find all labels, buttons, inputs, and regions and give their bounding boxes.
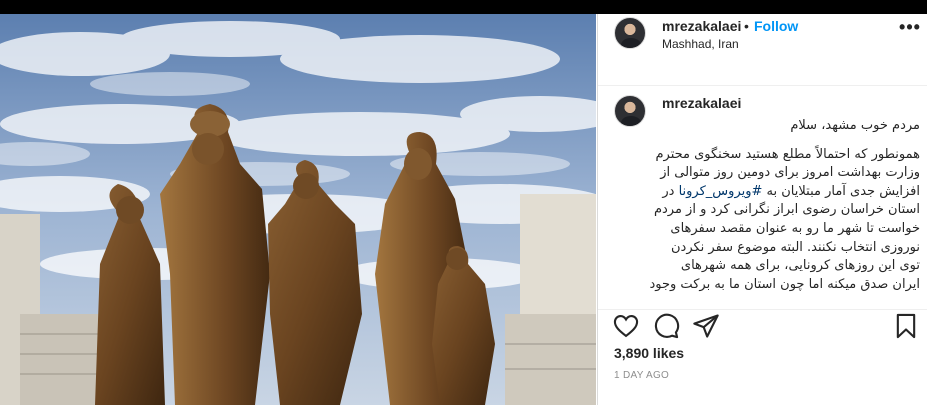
caption-line [638, 136, 920, 146]
action-bar [598, 309, 927, 343]
caption-greeting: مردم خوب مشهد، سلام [790, 118, 920, 133]
author-username[interactable]: mrezakalaei [662, 18, 741, 34]
caption-text: مردم خوب مشهد، سلام همونطور که احتمالاً … [638, 117, 920, 294]
separator-dot: • [744, 18, 749, 34]
caption-line-5: خواست تا شهر ما رو به عنوان مقصد سفرهای [670, 220, 920, 236]
post-location[interactable]: Mashhad, Iran [662, 37, 739, 51]
hashtag-link[interactable]: #ویروس_کرونا [679, 184, 763, 199]
post-caption: mrezakalaei مردم خوب مشهد، سلام همونطور … [598, 87, 927, 307]
caption-line-8: ایران صدق میکنه اما چون استان ما به برکت… [649, 276, 920, 292]
caption-line-2: وزارت بهداشت امروز برای دومین روز متوالی… [660, 165, 920, 181]
caption-username[interactable]: mrezakalaei [662, 95, 741, 111]
post-timestamp[interactable]: 1 DAY AGO [614, 370, 669, 381]
likes-count[interactable]: 3,890 likes [614, 345, 684, 361]
bookmark-icon[interactable] [892, 312, 920, 340]
caption-line-3-start: افزایش جدی آمار مبتلایان به [762, 183, 920, 199]
share-icon[interactable] [692, 312, 720, 340]
bronze-statues-image [0, 14, 596, 405]
caption-line-3-end: در [662, 183, 679, 199]
post-photo[interactable] [0, 14, 596, 405]
comment-icon[interactable] [652, 312, 680, 340]
post-side-panel: mrezakalaei • Follow Mashhad, Iran ••• m… [597, 14, 927, 405]
more-horizontal-icon[interactable]: ••• [898, 18, 922, 38]
caption-line-7: توی این روزهای کرونایی، برای همه شهرهای [680, 258, 920, 274]
top-black-bar [0, 0, 927, 14]
heart-icon[interactable] [612, 312, 640, 340]
caption-line-6: نوروزی انتخاب نکنند. البته موضوع سفر نکر… [670, 239, 920, 255]
caption-line-1: همونطور که احتمالاً مطلع هستید سخنگوی مح… [655, 146, 920, 162]
post-header: mrezakalaei • Follow Mashhad, Iran ••• [598, 14, 927, 86]
caption-line-4: استان خراسان رضوی ابراز نگرانی کرد و از … [653, 202, 920, 218]
author-avatar[interactable] [614, 17, 646, 49]
follow-button[interactable]: Follow [754, 18, 798, 34]
